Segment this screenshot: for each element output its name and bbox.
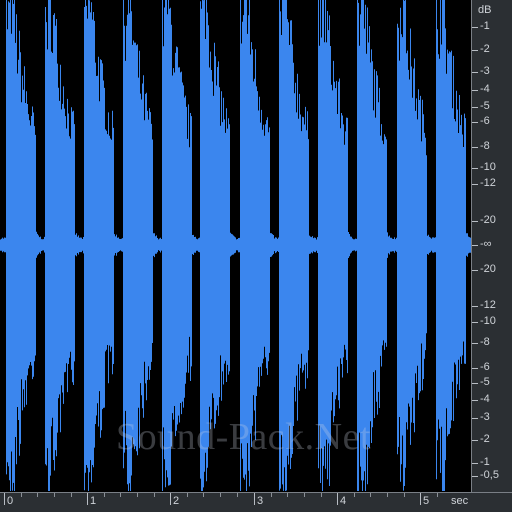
db-label-lower: -3 (480, 411, 490, 423)
db-label-lower: -4 (480, 393, 490, 405)
time-ruler[interactable]: 0 1 2 3 4 5 sec (0, 492, 512, 512)
time-label: 4 (340, 495, 347, 507)
time-minor-tick (37, 493, 38, 497)
time-label: 1 (90, 495, 97, 507)
time-minor-tick (237, 493, 238, 497)
time-minor-tick (404, 493, 405, 497)
time-tick (337, 493, 338, 505)
time-tick (170, 493, 171, 505)
time-minor-tick (220, 493, 221, 497)
db-label-upper: -4 (480, 83, 490, 95)
db-tick (472, 440, 478, 441)
time-label: 5 (423, 495, 430, 507)
time-label: 2 (173, 495, 180, 507)
db-label-lower: -1 (480, 456, 490, 468)
waveform-graphic (0, 0, 471, 491)
db-tick (472, 270, 478, 271)
db-tick (472, 463, 478, 464)
time-minor-tick (271, 493, 272, 497)
db-tick (472, 245, 478, 246)
db-label-upper: -2 (480, 43, 490, 55)
time-minor-tick (120, 493, 121, 497)
db-label-upper: -6 (480, 115, 490, 127)
db-label-lower: -0,5 (480, 469, 499, 481)
db-label-upper: -20 (480, 214, 496, 226)
time-unit-label: sec (451, 495, 469, 507)
db-tick (472, 306, 478, 307)
db-label-lower: -5 (480, 376, 490, 388)
db-label-lower: -2 (480, 433, 490, 445)
waveform-path (0, 0, 471, 491)
audio-editor: dB -1 -2 -3 -4 -5 -6 -8 -10 -12 -20 -∞ -20 -12 -10 -8-… (0, 0, 512, 512)
time-minor-tick (287, 493, 288, 497)
time-minor-tick (21, 493, 22, 497)
db-tick (472, 184, 478, 185)
db-label-upper: -1 (480, 20, 490, 32)
db-label-upper: -10 (480, 161, 496, 173)
time-minor-tick (321, 493, 322, 497)
db-tick (472, 368, 478, 369)
db-scale-ruler: dB -1 -2 -3 -4 -5 -6 -8 -10 -12 -20 -∞ -20 -12 -10 -8 -… (471, 0, 512, 492)
db-label-upper: -5 (480, 100, 490, 112)
time-minor-tick (370, 493, 371, 497)
db-label-lower: -10 (480, 315, 496, 327)
db-label-lower: -6 (480, 361, 490, 373)
time-label: 3 (257, 495, 264, 507)
db-tick (472, 147, 478, 148)
db-tick (472, 107, 478, 108)
time-minor-tick (154, 493, 155, 497)
time-label: 0 (7, 495, 14, 507)
db-label-upper: -3 (480, 65, 490, 77)
time-minor-tick (104, 493, 105, 497)
db-tick (472, 343, 478, 344)
db-tick (472, 400, 478, 401)
time-minor-tick (437, 493, 438, 497)
db-unit-label: dB (478, 4, 492, 16)
db-label-upper: -12 (480, 177, 496, 189)
db-tick (472, 221, 478, 222)
time-minor-tick (304, 493, 305, 497)
db-tick (472, 72, 478, 73)
db-tick (472, 27, 478, 28)
db-tick (472, 476, 478, 477)
waveform-view[interactable] (0, 0, 471, 492)
db-tick (472, 50, 478, 51)
time-minor-tick (354, 493, 355, 497)
db-label-lower: -20 (480, 263, 496, 275)
db-label-upper: -8 (480, 140, 490, 152)
time-minor-tick (187, 493, 188, 497)
time-minor-tick (71, 493, 72, 497)
time-tick (254, 493, 255, 505)
time-tick (4, 493, 5, 505)
db-tick (472, 322, 478, 323)
time-minor-tick (203, 493, 204, 497)
time-minor-tick (387, 493, 388, 497)
db-label-lower: -12 (480, 299, 496, 311)
db-tick (472, 383, 478, 384)
time-tick (420, 493, 421, 505)
time-minor-tick (54, 493, 55, 497)
time-tick (87, 493, 88, 505)
db-tick (472, 418, 478, 419)
db-tick (472, 122, 478, 123)
db-tick (472, 168, 478, 169)
db-label-lower: -8 (480, 336, 490, 348)
time-minor-tick (137, 493, 138, 497)
db-label-center: -∞ (480, 238, 492, 250)
db-tick (472, 90, 478, 91)
